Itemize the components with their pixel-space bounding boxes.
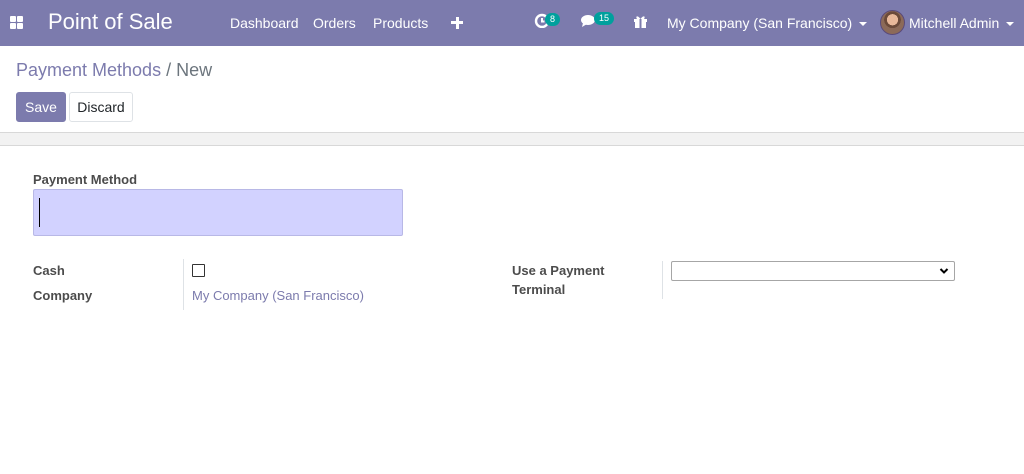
avatar[interactable] bbox=[880, 10, 905, 35]
app-title[interactable]: Point of Sale bbox=[48, 9, 173, 35]
breadcrumb-separator: / bbox=[166, 60, 172, 80]
text-cursor bbox=[39, 198, 40, 227]
chevron-down-icon bbox=[939, 268, 949, 274]
activity-badge: 8 bbox=[545, 13, 561, 26]
payment-method-name-input[interactable] bbox=[33, 189, 403, 236]
plus-icon[interactable] bbox=[451, 15, 463, 29]
save-button[interactable]: Save bbox=[16, 92, 66, 122]
breadcrumb-current: New bbox=[176, 60, 213, 80]
form-sheet-divider bbox=[0, 132, 1024, 146]
field-divider bbox=[662, 261, 663, 299]
menu-products[interactable]: Products bbox=[373, 15, 428, 31]
cash-checkbox[interactable] bbox=[192, 264, 205, 277]
payment-method-label: Payment Method bbox=[33, 172, 138, 187]
company-field-link[interactable]: My Company (San Francisco) bbox=[192, 288, 364, 303]
company-switcher[interactable]: My Company (San Francisco) bbox=[667, 15, 868, 31]
gift-button[interactable] bbox=[633, 14, 648, 34]
messages-menu[interactable]: 15 bbox=[580, 12, 615, 33]
terminal-label-line2: Terminal bbox=[512, 282, 566, 297]
breadcrumb: Payment Methods / New bbox=[16, 60, 212, 81]
activity-menu[interactable]: 8 bbox=[534, 12, 561, 33]
caret-down-icon bbox=[859, 22, 868, 27]
gift-icon bbox=[634, 16, 647, 28]
field-divider bbox=[183, 259, 184, 310]
top-navbar: Point of Sale Dashboard Orders Products … bbox=[0, 0, 1024, 46]
payment-terminal-select[interactable] bbox=[671, 261, 955, 281]
company-name: My Company (San Francisco) bbox=[667, 15, 853, 31]
terminal-label-line1: Use a Payment bbox=[512, 263, 605, 278]
menu-orders[interactable]: Orders bbox=[313, 15, 356, 31]
breadcrumb-parent[interactable]: Payment Methods bbox=[16, 60, 161, 80]
company-label: Company bbox=[33, 288, 93, 303]
apps-grid-icon[interactable] bbox=[10, 16, 23, 29]
caret-down-icon bbox=[1006, 22, 1015, 27]
user-menu[interactable]: Mitchell Admin bbox=[909, 15, 1015, 31]
menu-dashboard[interactable]: Dashboard bbox=[230, 15, 299, 31]
cash-label: Cash bbox=[33, 263, 65, 278]
discard-button[interactable]: Discard bbox=[69, 92, 133, 122]
messages-badge: 15 bbox=[594, 12, 615, 25]
user-name: Mitchell Admin bbox=[909, 15, 1000, 31]
